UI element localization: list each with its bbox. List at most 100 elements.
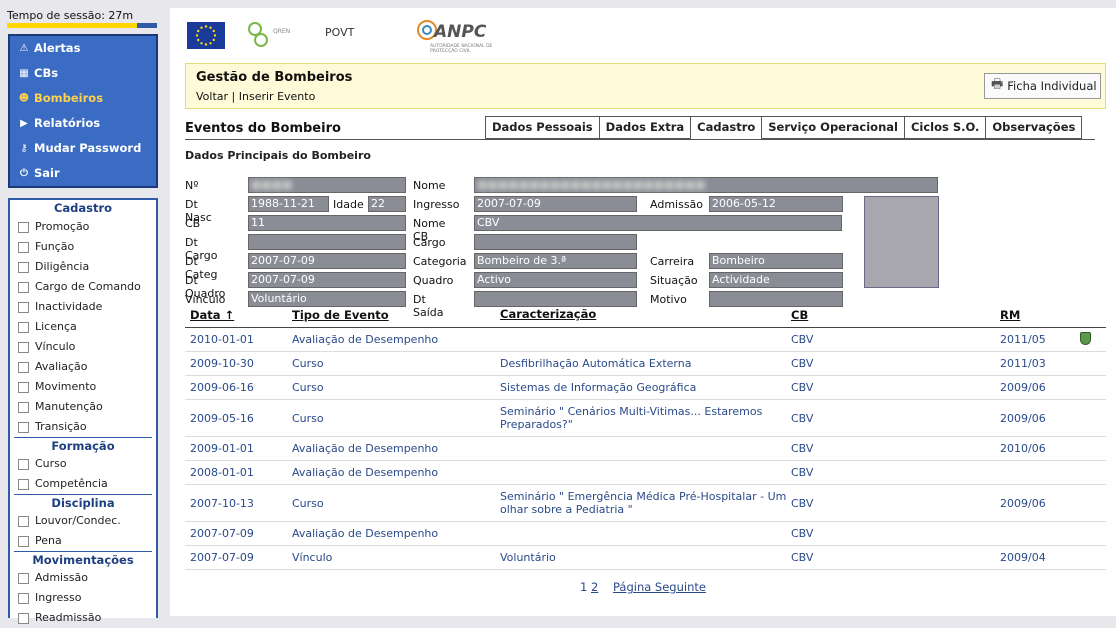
column-header-caracterizacao[interactable]: Caracterização [500,308,791,327]
field-dt-quadro: 2007-07-09 [248,272,406,288]
filter-item-diligencia[interactable]: Diligência [10,257,156,277]
filter-checkbox[interactable] [18,401,29,413]
field-categoria: Bombeiro de 3.ª [474,253,637,269]
table-row[interactable]: 2007-07-09 Vínculo Voluntário CBV 2009/04 [185,546,1106,570]
filter-item-louvor-condec[interactable]: Louvor/Condec. [10,511,156,531]
menu-item-relatorios[interactable]: ▶ Relatórios [10,111,156,136]
filter-checkbox[interactable] [18,572,29,584]
tab-dados-pessoais[interactable]: Dados Pessoais [485,116,599,139]
filter-item-vinculo[interactable]: Vínculo [10,337,156,357]
menu-item-cbs[interactable]: ▦ CBs [10,61,156,86]
menu-item-sair[interactable]: ⏻ Sair [10,161,156,186]
filter-item-label: Competência [35,477,108,490]
filter-checkbox[interactable] [18,612,29,624]
table-row[interactable]: 2009-10-30 Curso Desfibrilhação Automática… [185,352,1106,376]
table-row[interactable]: 2008-01-01 Avaliação de Desempenho CBV [185,461,1106,485]
cell-event-type: Avaliação de Desempenho [292,333,439,346]
page-2-link[interactable]: 2 [591,580,598,594]
filter-checkbox[interactable] [18,341,29,353]
filter-checkbox[interactable] [18,321,29,333]
label-cb: CB [185,217,201,230]
menu-item-bombeiros[interactable]: ☻ Bombeiros [10,86,156,111]
tab-cadastro[interactable]: Cadastro [690,116,762,140]
table-row[interactable]: 2009-01-01 Avaliação de Desempenho CBV 2010… [185,437,1106,461]
insert-event-link[interactable]: Inserir Evento [239,90,316,103]
table-row[interactable]: 2009-05-16 Curso Seminário " Cenários Mult… [185,400,1106,437]
filter-item-inactividade[interactable]: Inactividade [10,297,156,317]
column-header-rm[interactable]: RM [1000,308,1080,327]
power-icon: ⏻ [20,167,28,179]
filter-item-readmissao[interactable]: Readmissão [10,608,156,628]
shield-edit-icon[interactable] [1080,331,1091,345]
filter-checkbox[interactable] [18,592,29,604]
filter-checkbox[interactable] [18,281,29,293]
filter-checkbox[interactable] [18,361,29,373]
column-header-data[interactable]: Data ↑ [185,308,292,327]
filter-checkbox[interactable] [18,221,29,233]
filter-item-transicao[interactable]: Transição [10,417,156,437]
filter-checkbox[interactable] [18,381,29,393]
filter-checkbox[interactable] [18,261,29,273]
firefighters-icon: ☻ [18,92,30,104]
back-link[interactable]: Voltar [196,90,228,103]
menu-item-mudar-password[interactable]: ⚷ Mudar Password [10,136,156,161]
filter-item-label: Movimento [35,380,97,393]
filter-item-pena[interactable]: Pena [10,531,156,551]
filter-item-competencia[interactable]: Competência [10,474,156,494]
column-header-cb[interactable]: CB [791,308,1000,327]
filter-item-label: Função [35,240,75,253]
filter-item-promocao[interactable]: Promoção [10,217,156,237]
tab-ciclos-s-o[interactable]: Ciclos S.O. [903,116,986,139]
filter-checkbox[interactable] [18,241,29,253]
filter-checkbox[interactable] [18,478,29,490]
menu-item-label: Alertas [34,41,81,55]
filter-item-cargo-de-comando[interactable]: Cargo de Comando [10,277,156,297]
eu-star [212,29,215,33]
tab-servico-operacional[interactable]: Serviço Operacional [761,116,904,139]
eu-star [213,34,217,37]
cell-date: 2007-07-09 [190,527,254,540]
filter-checkbox[interactable] [18,535,29,547]
table-row[interactable]: 2010-01-01 Avaliação de Desempenho CBV 2011… [185,328,1106,352]
play-arrow-icon: ▶ [20,117,28,129]
column-header-tipo-de-evento[interactable]: Tipo de Evento [292,308,500,327]
label-cargo: Cargo [413,236,446,249]
filter-item-label: Readmissão [35,611,102,624]
filter-item-curso[interactable]: Curso [10,454,156,474]
filter-item-funcao[interactable]: Função [10,237,156,257]
table-row[interactable]: 2007-10-13 Curso Seminário " Emergência Mé… [185,485,1106,522]
filter-item-avaliacao[interactable]: Avaliação [10,357,156,377]
eu-star [209,42,212,45]
table-row[interactable]: 2009-06-16 Curso Sistemas de Informação Ge… [185,376,1106,400]
filter-item-licenca[interactable]: Licença [10,317,156,337]
next-page-link[interactable]: Página Seguinte [613,580,706,594]
filter-item-label: Vínculo [35,340,76,353]
filter-section-formacao: Formação [14,437,152,454]
eu-star [200,26,203,29]
menu-item-alertas[interactable]: ⚠ Alertas [10,36,156,61]
eu-star [197,38,200,42]
table-body: 2010-01-01 Avaliação de Desempenho CBV 2011… [185,328,1106,570]
tab-observacoes[interactable]: Observações [985,116,1083,139]
cell-rm: 2009/04 [1000,551,1046,564]
filter-item-manutencao[interactable]: Manutenção [10,397,156,417]
filter-item-movimento[interactable]: Movimento [10,377,156,397]
filter-checkbox[interactable] [18,301,29,313]
filter-checkbox[interactable] [18,458,29,470]
field-vinculo: Voluntário [248,291,406,307]
cell-cb: CBV [791,466,814,479]
cell-cb: CBV [791,442,814,455]
cell-event-type: Curso [292,381,324,394]
filter-item-ingresso[interactable]: Ingresso [10,588,156,608]
cell-rm: 2009/06 [1000,496,1046,510]
tab-dados-extra[interactable]: Dados Extra [598,116,691,139]
filter-item-admissao[interactable]: Admissão [10,568,156,588]
ficha-individual-label: Ficha Individual [1007,79,1097,93]
table-row[interactable]: 2007-07-09 Avaliação de Desempenho CBV [185,522,1106,546]
filter-checkbox[interactable] [18,515,29,527]
ficha-individual-button[interactable]: 🖶 Ficha Individual [984,73,1101,99]
eu-star [195,34,199,37]
cell-event-type: Avaliação de Desempenho [292,442,439,455]
filter-checkbox[interactable] [18,421,29,433]
cell-cb: CBV [791,551,814,564]
